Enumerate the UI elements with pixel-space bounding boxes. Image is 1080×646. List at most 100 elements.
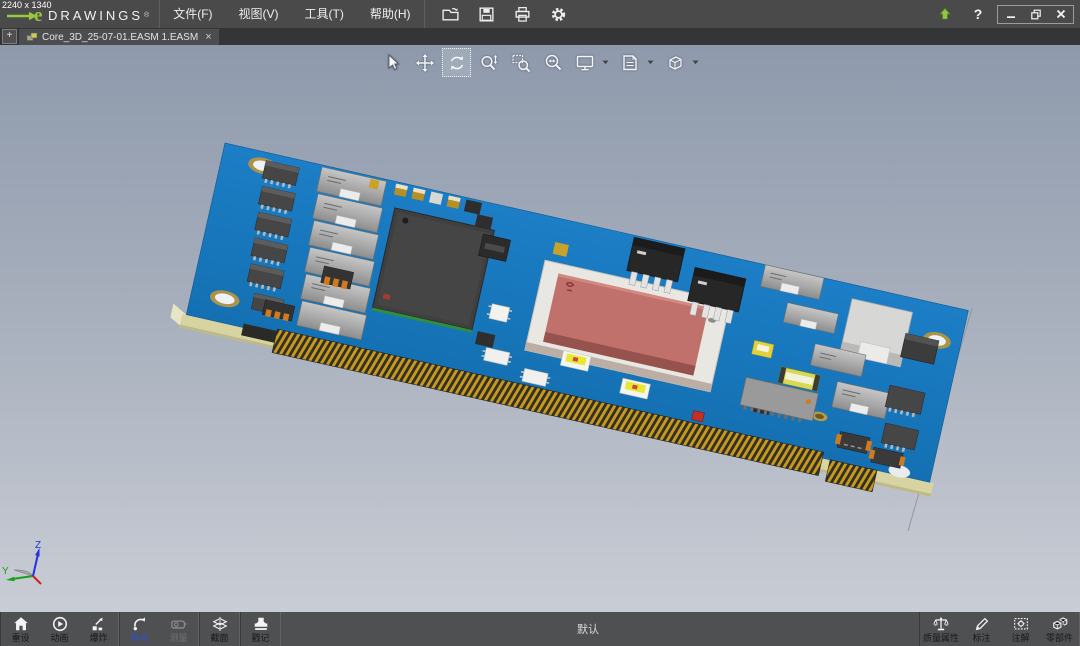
mass-properties-button[interactable]: 质量属性	[920, 612, 962, 646]
magnifier-zoom-icon	[479, 53, 499, 73]
menu-tools[interactable]: 工具(T)	[292, 0, 357, 28]
update-available-button[interactable]	[931, 2, 959, 26]
titlebar-right: ?	[931, 2, 1080, 26]
annotation-icon	[1012, 615, 1030, 633]
titlebar-toolbar	[425, 2, 585, 26]
zoom-fit-button[interactable]	[538, 48, 567, 77]
chevron-down-icon	[692, 60, 700, 65]
select-tool-button[interactable]	[378, 48, 407, 77]
explode-icon	[90, 615, 108, 633]
tabbar: + Core_3D_25-07-01.EASM 1.EASM ×	[0, 28, 1080, 45]
measure-tape-icon	[170, 615, 188, 633]
titlebar: 2240 x 1340 e DRAWINGS ® 文件(F) 视图(V) 工具(…	[0, 0, 1080, 28]
x-axis-arrow	[33, 576, 41, 584]
menu-view[interactable]: 视图(V)	[226, 0, 292, 28]
printer-icon	[513, 5, 532, 24]
view-orientation-dropdown[interactable]	[692, 60, 700, 65]
close-icon	[1055, 8, 1067, 20]
minimize-icon	[1005, 8, 1017, 20]
logo-text: DRAWINGS	[48, 8, 143, 23]
monitor-icon	[575, 53, 595, 73]
pan-arrows-icon	[415, 53, 435, 73]
pcb-3d-model[interactable]	[167, 140, 972, 505]
zoom-window-button[interactable]	[506, 48, 535, 77]
cube-icon	[665, 53, 685, 73]
restore-icon	[1030, 8, 1042, 20]
display-style-button[interactable]	[615, 48, 644, 77]
tab-label: Core_3D_25-07-01.EASM 1.EASM	[42, 32, 198, 43]
statusbar-group-right: 质量属性 标注 注解 零部件	[919, 612, 1080, 646]
measure-label: 测量	[169, 633, 187, 644]
statusbar-group-view: 重设 动画 爆炸	[0, 612, 119, 646]
scene-canvas[interactable]: Z Y	[0, 45, 1080, 612]
close-button[interactable]	[1048, 6, 1073, 23]
play-circle-icon	[51, 615, 69, 633]
new-tab-button[interactable]: +	[2, 29, 17, 44]
zoom-tool-button[interactable]	[474, 48, 503, 77]
menu-file[interactable]: 文件(F)	[160, 0, 225, 28]
annotations-label: 注解	[1011, 633, 1029, 644]
rotate-tool-button[interactable]	[442, 48, 471, 77]
save-button[interactable]	[473, 2, 501, 26]
gear-icon	[549, 5, 568, 24]
explode-button[interactable]: 爆炸	[79, 612, 118, 646]
tab-close-icon[interactable]: ×	[205, 32, 211, 42]
magnifier-window-icon	[511, 53, 531, 73]
full-screen-dropdown[interactable]	[602, 60, 610, 65]
menubar: 文件(F) 视图(V) 工具(T) 帮助(H)	[159, 0, 424, 28]
pencil-icon	[973, 615, 991, 633]
reset-label: 重设	[11, 633, 29, 644]
section-button[interactable]: 截面	[200, 612, 239, 646]
animation-button[interactable]: 动画	[40, 612, 79, 646]
restore-button[interactable]	[1023, 6, 1048, 23]
open-button[interactable]	[437, 2, 465, 26]
reset-button[interactable]: 重设	[1, 612, 40, 646]
stamp-label: 戳记	[251, 633, 269, 644]
full-screen-button[interactable]	[570, 48, 599, 77]
document-tab[interactable]: Core_3D_25-07-01.EASM 1.EASM ×	[19, 29, 219, 45]
balance-scale-icon	[932, 615, 950, 633]
mass-properties-label: 质量属性	[923, 633, 959, 644]
viewport[interactable]: Z Y	[0, 45, 1080, 612]
green-up-arrow-icon	[938, 7, 952, 21]
animation-label: 动画	[50, 633, 68, 644]
folder-open-icon	[441, 5, 460, 24]
stamp-icon	[252, 615, 270, 633]
measure-button: 测量	[159, 612, 198, 646]
window-controls	[997, 5, 1074, 24]
help-button[interactable]: ?	[969, 6, 987, 22]
component-blocks-icon	[1051, 615, 1069, 633]
settings-button[interactable]	[545, 2, 573, 26]
annotations-button[interactable]: 注解	[1001, 612, 1040, 646]
y-axis-arrow	[6, 577, 15, 581]
cursor-arrow-icon	[383, 53, 403, 73]
resolution-overlay: 2240 x 1340	[2, 0, 52, 10]
bga-chip	[372, 208, 495, 333]
stamp-button[interactable]: 戳记	[241, 612, 280, 646]
configuration-label: 默认	[577, 621, 599, 637]
edrawings-window: 2240 x 1340 e DRAWINGS ® 文件(F) 视图(V) 工具(…	[0, 0, 1080, 646]
statusbar: 重设 动画 爆炸 移动 测量 截面 戳记 默认 质量属性 标注 注解 零部件	[0, 612, 1080, 646]
view-orientation-button[interactable]	[660, 48, 689, 77]
components-label: 零部件	[1046, 633, 1073, 644]
rotate-arrows-icon	[447, 53, 467, 73]
statusbar-group-stamp: 戳记	[240, 612, 281, 646]
menu-help[interactable]: 帮助(H)	[357, 0, 424, 28]
pan-tool-button[interactable]	[410, 48, 439, 77]
move-button[interactable]: 移动	[120, 612, 159, 646]
explode-label: 爆炸	[89, 633, 107, 644]
display-style-dropdown[interactable]	[647, 60, 655, 65]
assembly-part-icon	[26, 31, 38, 43]
statusbar-group-manipulate: 移动 测量	[119, 612, 199, 646]
components-button[interactable]: 零部件	[1040, 612, 1079, 646]
document-style-icon	[620, 53, 640, 73]
print-button[interactable]	[509, 2, 537, 26]
magnifier-fit-icon	[543, 53, 563, 73]
markup-label: 标注	[972, 633, 990, 644]
home-icon	[12, 615, 30, 633]
markup-button[interactable]: 标注	[962, 612, 1001, 646]
logo-registered-mark: ®	[144, 12, 149, 19]
z-axis-label: Z	[35, 540, 41, 551]
move-label: 移动	[130, 633, 148, 644]
minimize-button[interactable]	[998, 6, 1023, 23]
